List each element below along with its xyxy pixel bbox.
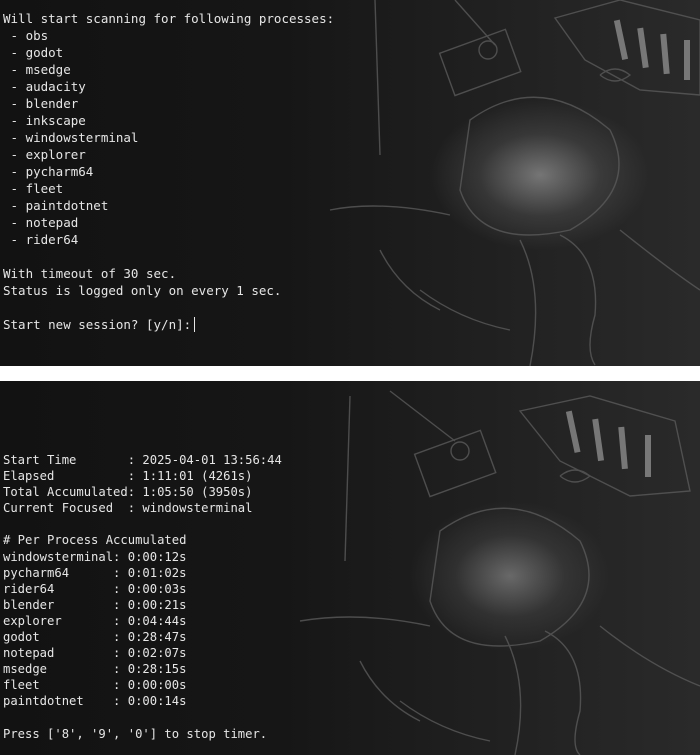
process-item: - windowsterminal [3, 130, 139, 145]
per-process-row: blender : 0:00:21s [3, 597, 187, 612]
per-process-header: # Per Process Accumulated [3, 533, 187, 548]
process-item: - audacity [3, 79, 86, 94]
session-prompt-line[interactable]: Start new session? [y/n]: [3, 316, 334, 333]
process-item: - rider64 [3, 232, 79, 247]
total-accumulated-line: Total Accumulated: 1:05:50 (3950s) [3, 485, 253, 500]
process-item: - pycharm64 [3, 164, 94, 179]
current-focused-line: Current Focused : windowsterminal [3, 501, 253, 516]
per-process-row: explorer : 0:04:44s [3, 613, 187, 628]
terminal-output: Start Time : 2025-04-01 13:56:44 Elapsed … [3, 452, 282, 742]
per-process-row: msedge : 0:28:15s [3, 662, 187, 677]
terminal-output: Will start scanning for following proces… [3, 10, 334, 333]
process-item: - msedge [3, 62, 71, 77]
terminal-window-timer-status[interactable]: Start Time : 2025-04-01 13:56:44 Elapsed … [0, 381, 700, 755]
status-line: Status is logged only on every 1 sec. [3, 283, 282, 298]
scan-header: Will start scanning for following proces… [3, 11, 335, 26]
terminal-window-session-prompt[interactable]: Will start scanning for following proces… [0, 0, 700, 366]
session-prompt-text: Start new session? [y/n]: [3, 317, 192, 332]
stop-timer-hint: Press ['8', '9', '0'] to stop timer. [3, 726, 268, 741]
per-process-row: windowsterminal: 0:00:12s [3, 549, 187, 564]
per-process-row: pycharm64 : 0:01:02s [3, 565, 187, 580]
process-item: - obs [3, 28, 49, 43]
process-item: - explorer [3, 147, 86, 162]
per-process-row: fleet : 0:00:00s [3, 678, 187, 693]
process-item: - inkscape [3, 113, 86, 128]
per-process-row: godot : 0:28:47s [3, 630, 187, 645]
per-process-row: rider64 : 0:00:03s [3, 581, 187, 596]
process-item: - notepad [3, 215, 79, 230]
start-time-line: Start Time : 2025-04-01 13:56:44 [3, 453, 282, 467]
process-item: - blender [3, 96, 79, 111]
per-process-row: paintdotnet : 0:00:14s [3, 694, 187, 709]
process-item: - godot [3, 45, 64, 60]
elapsed-line: Elapsed : 1:11:01 (4261s) [3, 469, 253, 484]
process-item: - fleet [3, 181, 64, 196]
per-process-row: notepad : 0:02:07s [3, 646, 187, 661]
timeout-line: With timeout of 30 sec. [3, 266, 177, 281]
text-cursor[interactable] [194, 317, 196, 332]
process-item: - paintdotnet [3, 198, 109, 213]
